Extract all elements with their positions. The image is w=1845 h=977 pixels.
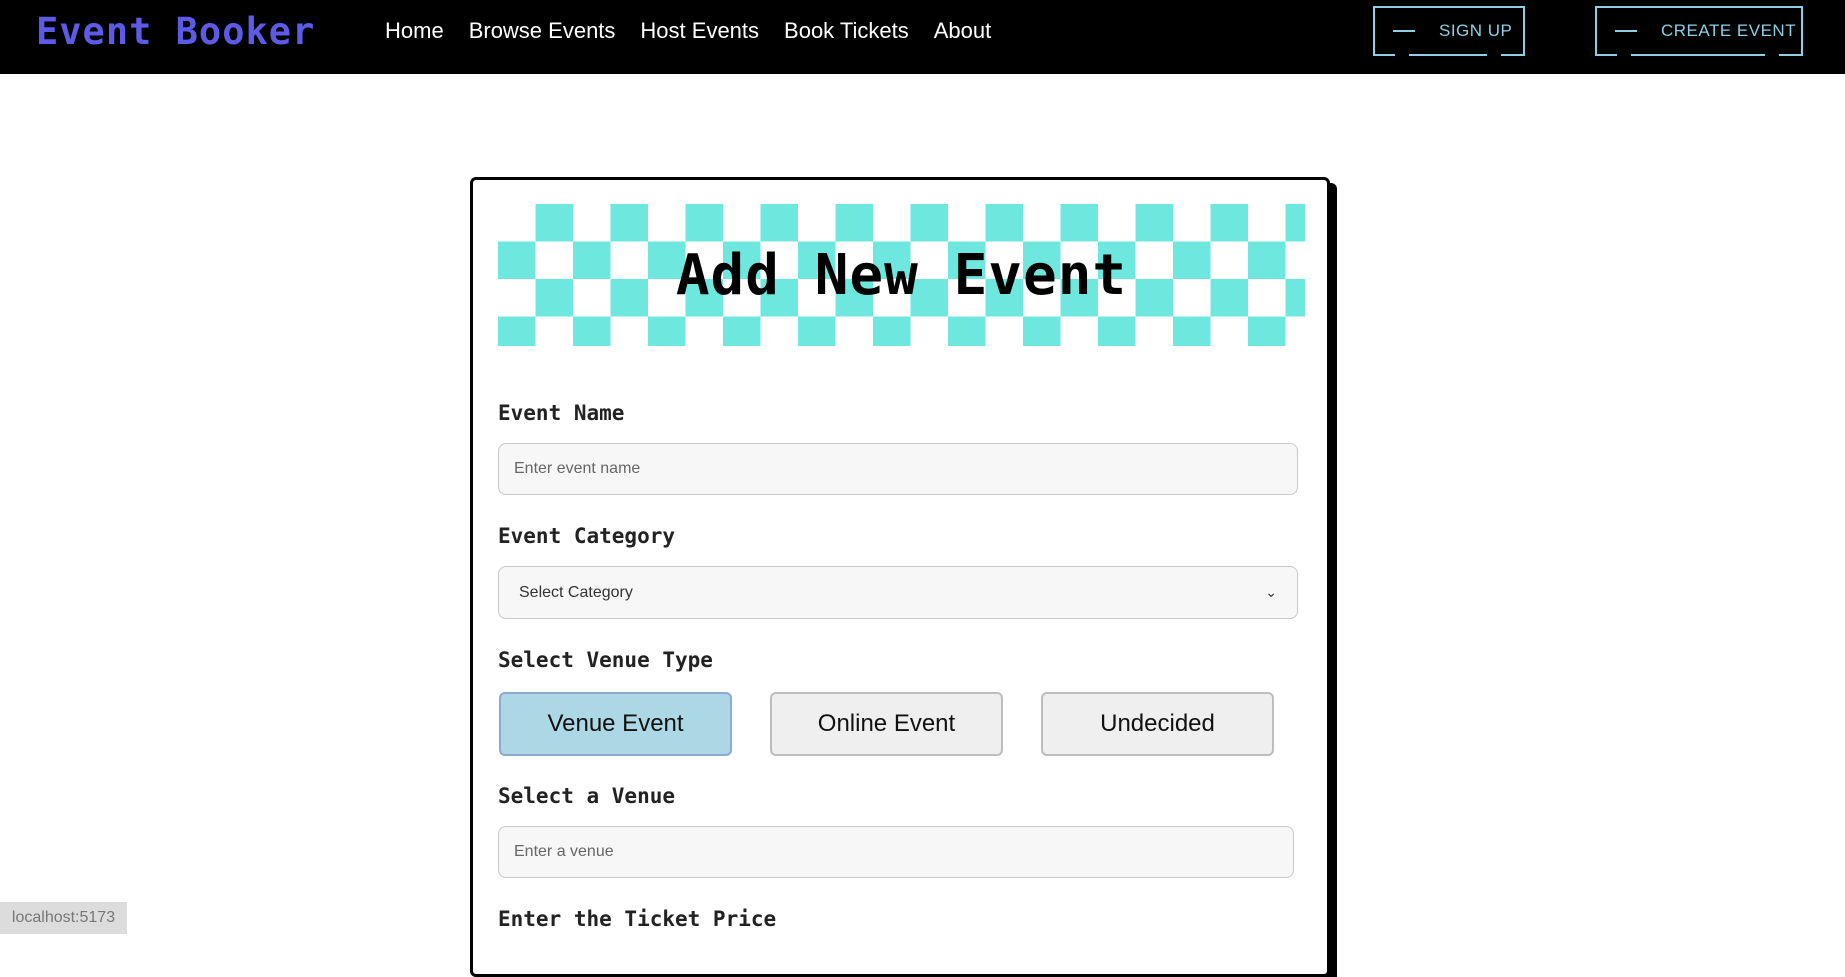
venue-type-label: Select Venue Type <box>498 648 713 672</box>
nav-book-tickets[interactable]: Book Tickets <box>784 17 909 45</box>
create-event-button[interactable]: CREATE EVENT <box>1595 6 1803 56</box>
top-navbar: Event Booker Home Browse Events Host Eve… <box>0 0 1845 74</box>
form-title: Add New Event <box>675 242 1128 308</box>
dash-decoration <box>1615 30 1637 32</box>
venue-input[interactable] <box>498 826 1294 878</box>
venue-event-option[interactable]: Venue Event <box>499 692 732 756</box>
sign-up-label: SIGN UP <box>1439 21 1513 40</box>
undecided-option[interactable]: Undecided <box>1041 692 1274 756</box>
border-notch <box>1617 54 1631 56</box>
border-notch <box>1487 54 1501 56</box>
main-nav: Home Browse Events Host Events Book Tick… <box>385 17 991 45</box>
nav-browse-events[interactable]: Browse Events <box>469 17 616 45</box>
nav-about[interactable]: About <box>934 17 992 45</box>
chevron-down-icon: ⌄ <box>1265 584 1277 600</box>
nav-home[interactable]: Home <box>385 17 444 45</box>
title-banner: Add New Event <box>498 204 1305 346</box>
event-name-input[interactable] <box>498 443 1298 495</box>
event-category-select[interactable]: Select Category ⌄ <box>498 566 1298 619</box>
online-event-option[interactable]: Online Event <box>770 692 1003 756</box>
status-bar-url: localhost:5173 <box>0 902 127 934</box>
sign-up-button[interactable]: SIGN UP <box>1373 6 1525 56</box>
create-event-label: CREATE EVENT <box>1661 21 1797 40</box>
ticket-price-label: Enter the Ticket Price <box>498 907 777 931</box>
select-venue-label: Select a Venue <box>498 784 676 808</box>
event-name-label: Event Name <box>498 401 625 425</box>
event-category-value: Select Category <box>519 583 633 601</box>
border-notch <box>1395 54 1409 56</box>
event-category-label: Event Category <box>498 524 676 548</box>
dash-decoration <box>1393 30 1415 32</box>
border-notch <box>1765 54 1779 56</box>
add-event-form-card: Add New Event Event Name Event Category … <box>470 177 1330 977</box>
site-logo[interactable]: Event Booker <box>36 10 315 54</box>
nav-host-events[interactable]: Host Events <box>640 17 759 45</box>
